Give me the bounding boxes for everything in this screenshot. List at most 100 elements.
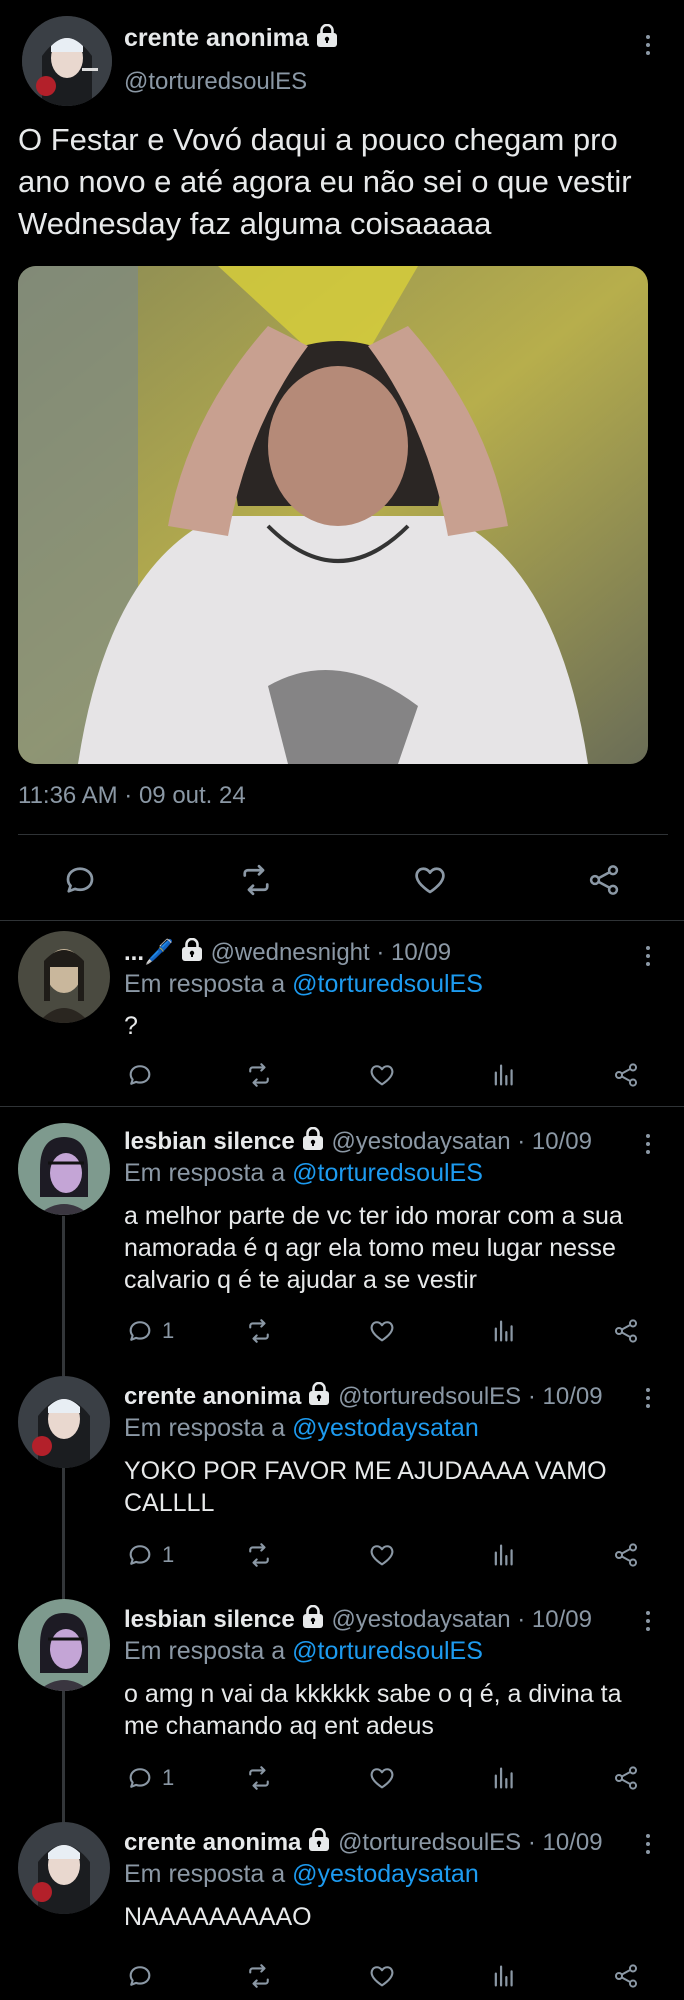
- reply-button[interactable]: 1: [126, 1317, 174, 1345]
- more-options-icon[interactable]: [636, 1826, 660, 1862]
- author-name-row: crente anonima: [124, 24, 339, 53]
- avatar[interactable]: [22, 16, 112, 106]
- avatar[interactable]: [18, 1822, 110, 1914]
- author-handle[interactable]: @torturedsoulES: [124, 68, 307, 96]
- reply-header: crente anonima @torturedsoulES · 10/09: [124, 1828, 624, 1857]
- main-tweet: crente anonima @torturedsoulES O Festar …: [0, 0, 684, 920]
- retweet-icon[interactable]: [245, 1317, 273, 1345]
- reply-tweet[interactable]: ...🖊️ @wednesnight · 10/09 Em resposta a…: [0, 921, 684, 1106]
- tweet-timestamp[interactable]: 11:36 AM · 09 out. 24: [18, 782, 246, 810]
- reply-count: 1: [162, 1542, 175, 1567]
- reply-author-name[interactable]: crente anonima: [124, 1383, 301, 1410]
- more-options-icon[interactable]: [636, 1126, 660, 1162]
- stats-icon[interactable]: [490, 1317, 518, 1345]
- like-icon[interactable]: [412, 862, 448, 898]
- reply-author-meta[interactable]: @torturedsoulES · 10/09: [338, 1829, 603, 1856]
- reply-button[interactable]: 1: [126, 1764, 174, 1792]
- reply-icon[interactable]: [62, 862, 98, 898]
- retweet-icon[interactable]: [245, 1061, 273, 1089]
- replying-to-label: Em resposta a: [124, 1637, 286, 1665]
- reply-header: lesbian silence @yestodaysatan · 10/09: [124, 1605, 624, 1634]
- reply-icon: [126, 1962, 154, 1990]
- share-icon[interactable]: [612, 1317, 640, 1345]
- avatar[interactable]: [18, 1123, 110, 1215]
- share-icon[interactable]: [612, 1962, 640, 1990]
- reply-text: ?: [124, 1012, 138, 1040]
- avatar-image: [18, 1599, 110, 1691]
- reply-tweet[interactable]: crente anonima @torturedsoulES · 10/09 E…: [0, 1808, 684, 2000]
- lock-icon: [180, 938, 204, 962]
- replying-to-handle[interactable]: @torturedsoulES: [292, 1159, 483, 1187]
- share-icon[interactable]: [612, 1764, 640, 1792]
- media-image: [18, 266, 648, 764]
- more-options-icon[interactable]: [636, 1603, 660, 1639]
- share-icon[interactable]: [586, 862, 622, 898]
- reply-button[interactable]: [126, 1962, 162, 1990]
- reply-author-meta[interactable]: @wednesnight · 10/09: [211, 939, 452, 966]
- share-icon[interactable]: [612, 1061, 640, 1089]
- reply-header: ...🖊️ @wednesnight · 10/09: [124, 938, 624, 967]
- reply-button[interactable]: 1: [126, 1541, 174, 1569]
- replying-to: Em resposta a @torturedsoulES: [124, 1159, 483, 1188]
- retweet-icon[interactable]: [245, 1764, 273, 1792]
- like-icon[interactable]: [368, 1061, 396, 1089]
- author-name[interactable]: crente anonima: [124, 24, 309, 52]
- replying-to-label: Em resposta a: [124, 1860, 286, 1888]
- reply-author-name[interactable]: lesbian silence: [124, 1606, 295, 1633]
- lock-icon: [301, 1605, 325, 1629]
- reply-author-meta[interactable]: @torturedsoulES · 10/09: [338, 1383, 603, 1410]
- reply-author-name[interactable]: ...🖊️: [124, 939, 174, 966]
- avatar[interactable]: [18, 931, 110, 1023]
- reply-text: YOKO POR FAVOR ME AJUDAAAA VAMO CALLLL: [124, 1457, 607, 1517]
- replying-to-handle[interactable]: @yestodaysatan: [292, 1414, 479, 1442]
- replying-to: Em resposta a @yestodaysatan: [124, 1860, 479, 1889]
- reply-author-name[interactable]: lesbian silence: [124, 1128, 295, 1155]
- stats-icon[interactable]: [490, 1541, 518, 1569]
- retweet-icon[interactable]: [245, 1541, 273, 1569]
- stats-icon[interactable]: [490, 1061, 518, 1089]
- replying-to-label: Em resposta a: [124, 970, 286, 998]
- reply-icon: [126, 1541, 154, 1569]
- avatar-image: [18, 1376, 110, 1468]
- share-icon[interactable]: [612, 1541, 640, 1569]
- tweet-text: O Festar e Vovó daqui a pouco chegam pro…: [18, 122, 632, 241]
- more-options-icon[interactable]: [636, 27, 660, 63]
- stats-icon[interactable]: [490, 1764, 518, 1792]
- avatar[interactable]: [18, 1599, 110, 1691]
- replying-to-handle[interactable]: @torturedsoulES: [292, 1637, 483, 1665]
- replying-to-handle[interactable]: @torturedsoulES: [292, 970, 483, 998]
- avatar-image: [18, 1123, 110, 1215]
- retweet-icon[interactable]: [238, 862, 274, 898]
- lock-icon: [301, 1127, 325, 1151]
- like-icon[interactable]: [368, 1764, 396, 1792]
- lock-icon: [307, 1828, 331, 1852]
- like-icon[interactable]: [368, 1317, 396, 1345]
- avatar[interactable]: [18, 1376, 110, 1468]
- like-icon[interactable]: [368, 1541, 396, 1569]
- avatar-image: [18, 931, 110, 1023]
- more-options-icon[interactable]: [636, 1380, 660, 1416]
- avatar-image: [18, 1822, 110, 1914]
- reply-tweet[interactable]: lesbian silence @yestodaysatan · 10/09 E…: [0, 1107, 684, 1357]
- reply-tweet[interactable]: crente anonima @torturedsoulES · 10/09 E…: [0, 1362, 684, 1577]
- reply-author-meta[interactable]: @yestodaysatan · 10/09: [331, 1128, 592, 1155]
- replying-to-handle[interactable]: @yestodaysatan: [292, 1860, 479, 1888]
- reply-icon: [126, 1764, 154, 1792]
- replying-to: Em resposta a @torturedsoulES: [124, 970, 483, 999]
- reply-text: a melhor parte de vc ter ido morar com a…: [124, 1202, 623, 1294]
- reply-header: lesbian silence @yestodaysatan · 10/09: [124, 1127, 624, 1156]
- stats-icon[interactable]: [490, 1962, 518, 1990]
- like-icon[interactable]: [368, 1962, 396, 1990]
- tweet-media[interactable]: [18, 266, 648, 764]
- lock-icon: [315, 24, 339, 48]
- reply-header: crente anonima @torturedsoulES · 10/09: [124, 1382, 624, 1411]
- replying-to: Em resposta a @yestodaysatan: [124, 1414, 479, 1443]
- reply-tweet[interactable]: lesbian silence @yestodaysatan · 10/09 E…: [0, 1585, 684, 1800]
- reply-author-meta[interactable]: @yestodaysatan · 10/09: [331, 1606, 592, 1633]
- reply-button[interactable]: [126, 1061, 162, 1089]
- divider: [18, 834, 668, 835]
- retweet-icon[interactable]: [245, 1962, 273, 1990]
- more-options-icon[interactable]: [636, 938, 660, 974]
- reply-author-name[interactable]: crente anonima: [124, 1829, 301, 1856]
- reply-text: o amg n vai da kkkkkk sabe o q é, a divi…: [124, 1680, 622, 1740]
